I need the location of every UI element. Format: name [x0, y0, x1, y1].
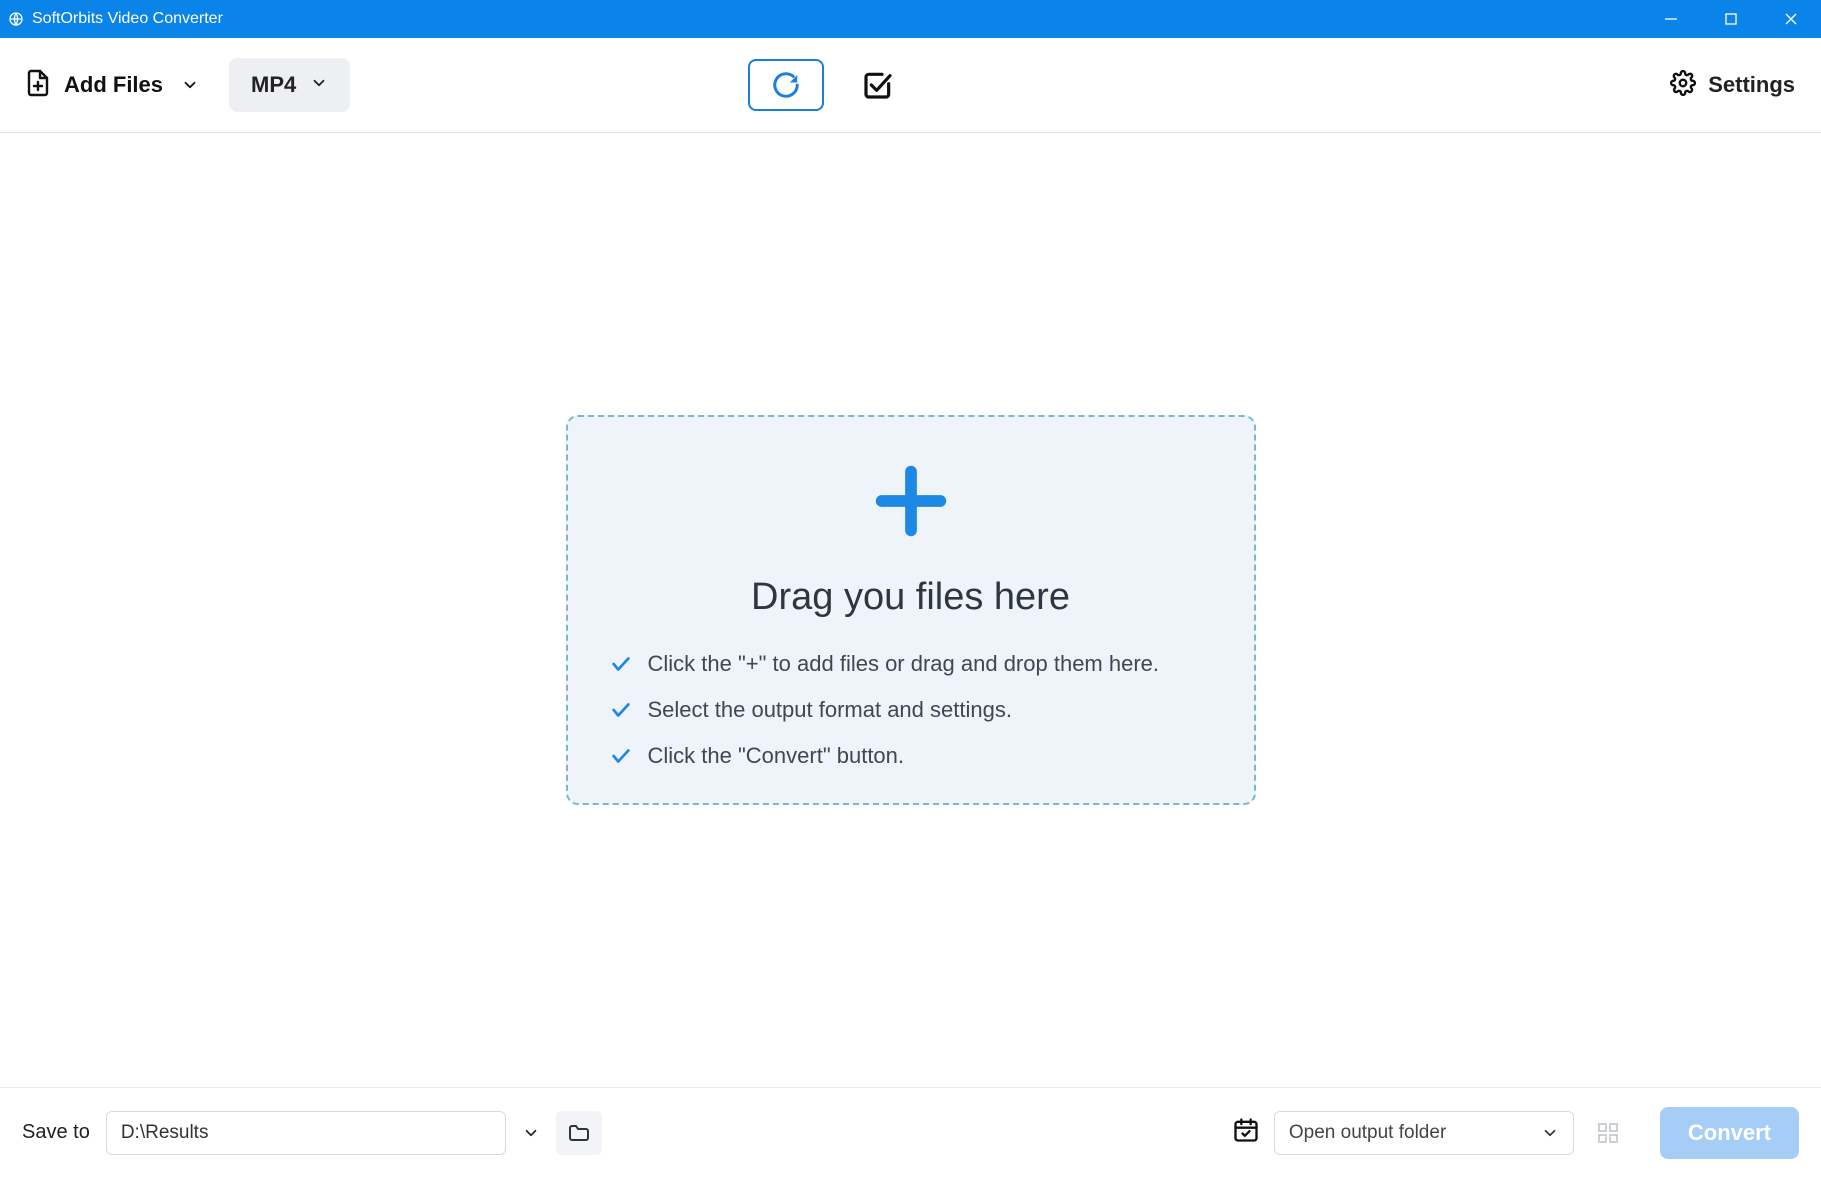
- check-icon: [610, 745, 632, 767]
- app-title: SoftOrbits Video Converter: [32, 10, 223, 28]
- add-file-icon: [26, 69, 50, 102]
- convert-button[interactable]: Convert: [1660, 1107, 1799, 1159]
- open-folder-group: Open output folder Convert: [1232, 1107, 1799, 1159]
- convert-label: Convert: [1688, 1120, 1771, 1146]
- dropzone-step: Select the output format and settings.: [610, 697, 1224, 723]
- check-icon: [610, 699, 632, 721]
- maximize-button[interactable]: [1701, 0, 1761, 38]
- app-icon: [8, 11, 24, 27]
- dropzone[interactable]: Drag you files here Click the "+" to add…: [566, 415, 1256, 805]
- dropzone-title: Drag you files here: [751, 576, 1070, 619]
- close-button[interactable]: [1761, 0, 1821, 38]
- calendar-queue-icon: [1232, 1116, 1260, 1149]
- open-folder-label: Open output folder: [1289, 1122, 1446, 1144]
- toolbar: Add Files MP4 Settings: [0, 38, 1821, 133]
- reload-icon: [771, 70, 801, 100]
- output-path-input[interactable]: [106, 1111, 506, 1155]
- plus-icon: [867, 457, 955, 550]
- step-text: Click the "+" to add files or drag and d…: [648, 651, 1160, 677]
- step-text: Select the output format and settings.: [648, 697, 1012, 723]
- folder-icon: [567, 1121, 591, 1145]
- bottombar: Save to Open output folder Convert: [0, 1087, 1821, 1177]
- add-files-dropdown[interactable]: [181, 76, 199, 94]
- path-dropdown[interactable]: [522, 1124, 540, 1142]
- grid-icon: [1596, 1121, 1620, 1145]
- check-icon: [610, 653, 632, 675]
- view-grid-button[interactable]: [1588, 1113, 1628, 1153]
- main-area: Drag you files here Click the "+" to add…: [0, 133, 1821, 1087]
- saveto-label: Save to: [22, 1121, 90, 1144]
- gear-icon: [1670, 70, 1696, 101]
- select-all-button[interactable]: [862, 69, 894, 101]
- browse-folder-button[interactable]: [556, 1111, 602, 1155]
- chevron-down-icon: [1541, 1124, 1559, 1142]
- reload-button[interactable]: [748, 59, 824, 111]
- settings-label: Settings: [1708, 72, 1795, 98]
- add-files-button[interactable]: Add Files: [26, 69, 163, 102]
- dropzone-step: Click the "+" to add files or drag and d…: [610, 651, 1224, 677]
- chevron-down-icon: [310, 74, 328, 97]
- titlebar: SoftOrbits Video Converter: [0, 0, 1821, 38]
- titlebar-left: SoftOrbits Video Converter: [0, 10, 223, 28]
- toolbar-center: [748, 59, 894, 111]
- settings-button[interactable]: Settings: [1670, 70, 1795, 101]
- add-files-label: Add Files: [64, 72, 163, 98]
- format-selected-label: MP4: [251, 72, 296, 98]
- dropzone-step: Click the "Convert" button.: [610, 743, 1224, 769]
- minimize-button[interactable]: [1641, 0, 1701, 38]
- open-folder-select[interactable]: Open output folder: [1274, 1111, 1574, 1155]
- step-text: Click the "Convert" button.: [648, 743, 905, 769]
- window-controls: [1641, 0, 1821, 38]
- checkbox-icon: [862, 69, 894, 101]
- dropzone-steps: Click the "+" to add files or drag and d…: [598, 651, 1224, 769]
- format-select[interactable]: MP4: [229, 58, 350, 112]
